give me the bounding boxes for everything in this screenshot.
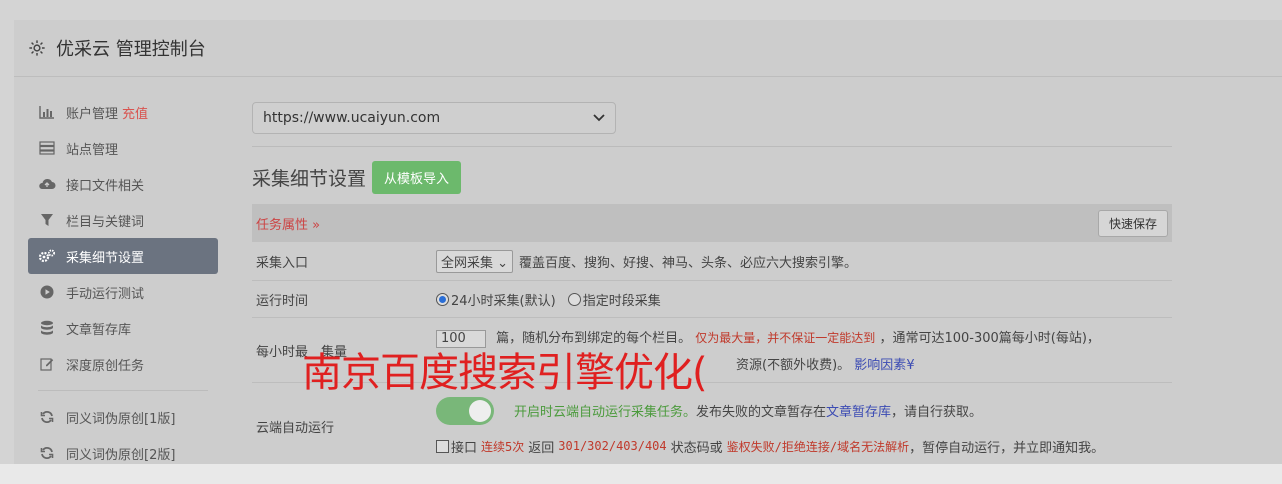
sidebar-item-manual-run[interactable]: 手动运行测试 <box>28 274 218 310</box>
error-types: 鉴权失败/拒绝连接/域名无法解析 <box>726 439 910 454</box>
sidebar-divider <box>38 390 208 391</box>
header-bar: 优采云 管理控制台 <box>14 20 1282 77</box>
status-text: 状态码或 <box>670 440 723 456</box>
sidebar-item-deep-original[interactable]: 深度原创任务 <box>28 346 218 382</box>
sidebar-item-label: 站点管理 <box>66 142 119 158</box>
database-icon <box>38 320 56 336</box>
sidebar-item-article-store[interactable]: 文章暂存库 <box>28 310 218 346</box>
sidebar-item-label: 栏目与关键词 <box>66 214 145 230</box>
table-header: 任务属性 » 快速保存 <box>252 204 1172 242</box>
cloud-auto-text2: ，请自行获取。 <box>891 405 983 420</box>
row-collect-entry: 采集入口 全网采集 ⌄ 覆盖百度、搜狗、好搜、神马、头条、必应六大搜索引擎。 <box>252 242 1172 281</box>
sidebar-item-label: 接口文件相关 <box>66 178 145 194</box>
refresh-icon <box>38 409 56 425</box>
return-text: 返回 <box>528 440 555 456</box>
radio-scheduled-label: 指定时段采集 <box>582 293 661 309</box>
server-icon <box>38 140 56 156</box>
sidebar-item-synonym-v1[interactable]: 同义词伪原创[1版] <box>28 399 218 435</box>
collect-entry-select-value: 全网采集 <box>441 255 494 271</box>
bar-chart-icon <box>38 104 56 120</box>
page-title: 采集细节设置 <box>252 168 367 190</box>
cloud-auto-text1: 发布失败的文章暂存在 <box>696 405 827 420</box>
gears-icon <box>38 248 56 264</box>
section-header: 采集细节设置 从模板导入 <box>252 161 1172 194</box>
row-label: 采集入口 <box>256 255 309 271</box>
per-hour-label: 每小时最 <box>256 344 309 360</box>
task-props-label: 任务属性 <box>256 217 309 233</box>
filter-icon <box>38 212 56 228</box>
sidebar-item-synonym-v2[interactable]: 同义词伪原创[2版] <box>28 435 218 464</box>
cloud-upload-icon <box>38 176 56 192</box>
settings-table: 任务属性 » 快速保存 采集入口 全网采集 ⌄ 覆盖百度、搜狗、好搜、神马、头条… <box>252 204 1172 464</box>
article-store-link[interactable]: 文章暂存库 <box>826 401 891 420</box>
watermark-text: 南京百度搜索引擎优化( <box>302 350 708 396</box>
quick-save-button[interactable]: 快速保存 <box>1097 209 1168 237</box>
main-content: https://www.ucaiyun.com 采集细节设置 从模板导入 任务属… <box>252 94 1172 464</box>
edit-icon <box>38 356 56 372</box>
site-select[interactable]: https://www.ucaiyun.com <box>252 102 616 134</box>
per-hour-text3: 资源(不额外收费)。 <box>736 358 851 373</box>
site-select-value: https://www.ucaiyun.com <box>263 110 441 126</box>
gear-icon <box>29 40 45 56</box>
sidebar-item-label: 手动运行测试 <box>66 286 145 302</box>
cloud-auto-desc: 开启时云端自动运行采集任务。 <box>514 405 697 420</box>
chevron-down-icon <box>593 110 605 126</box>
radio-24h[interactable] <box>436 292 449 306</box>
checkbox-label: 接口 <box>451 440 478 456</box>
pause-on-error-checkbox[interactable] <box>436 439 449 453</box>
cloud-auto-toggle[interactable] <box>436 396 494 425</box>
sidebar-item-label: 深度原创任务 <box>66 358 145 374</box>
double-chevron-down-icon: ¥ <box>906 358 915 373</box>
radio-24h-label: 24小时采集(默认) <box>451 293 556 309</box>
status-codes: 301/302/403/404 <box>558 439 667 453</box>
radio-scheduled[interactable] <box>567 292 581 306</box>
per-hour-text2: ，通常可达100-300篇每小时(每站)， <box>879 331 1100 346</box>
task-props-toggle[interactable]: 任务属性 » <box>256 214 320 233</box>
sidebar-item-label: 采集细节设置 <box>66 250 145 266</box>
recharge-link[interactable]: 充值 <box>122 103 148 122</box>
pause-text: ，暂停自动运行，并立即通知我。 <box>909 440 1105 456</box>
row-runtime: 运行时间 24小时采集(默认) 指定时段采集 <box>252 281 1172 318</box>
sidebar-item-interface[interactable]: 接口文件相关 <box>28 166 218 202</box>
sidebar: 账户管理 充值 站点管理 接口文件相关 栏目与关键词 采集细节设置 手动运行测试… <box>28 94 218 464</box>
sidebar-item-label: 同义词伪原创[2版] <box>66 447 176 463</box>
bottom-strip <box>0 464 1282 484</box>
refresh-icon <box>38 445 56 461</box>
app-title: 优采云 管理控制台 <box>56 39 206 60</box>
sidebar-item-collect-settings[interactable]: 采集细节设置 <box>28 238 218 274</box>
sidebar-item-label: 账户管理 <box>66 106 119 122</box>
sidebar-item-label: 同义词伪原创[1版] <box>66 411 176 427</box>
influence-factors-link[interactable]: 影响因素 <box>854 358 906 373</box>
sidebar-item-keywords[interactable]: 栏目与关键词 <box>28 202 218 238</box>
divider <box>252 146 1172 147</box>
import-template-button[interactable]: 从模板导入 <box>372 161 462 194</box>
double-chevron-icon: » <box>312 217 321 233</box>
row-value: 24小时采集(默认) 指定时段采集 <box>436 281 1172 317</box>
row-value: 全网采集 ⌄ 覆盖百度、搜狗、好搜、神马、头条、必应六大搜索引擎。 <box>436 242 1172 280</box>
consecutive-text: 连续5次 <box>481 439 525 454</box>
sidebar-item-account[interactable]: 账户管理 充值 <box>28 94 218 130</box>
sidebar-item-label: 文章暂存库 <box>66 322 132 338</box>
collect-entry-desc: 覆盖百度、搜狗、好搜、神马、头条、必应六大搜索引擎。 <box>519 255 858 271</box>
sidebar-item-sites[interactable]: 站点管理 <box>28 130 218 166</box>
play-icon <box>38 284 56 300</box>
row-label: 运行时间 <box>256 293 309 309</box>
per-hour-warning: 仅为最大量，并不保证一定能达到 <box>695 331 876 345</box>
collect-entry-select[interactable]: 全网采集 ⌄ <box>436 249 514 273</box>
